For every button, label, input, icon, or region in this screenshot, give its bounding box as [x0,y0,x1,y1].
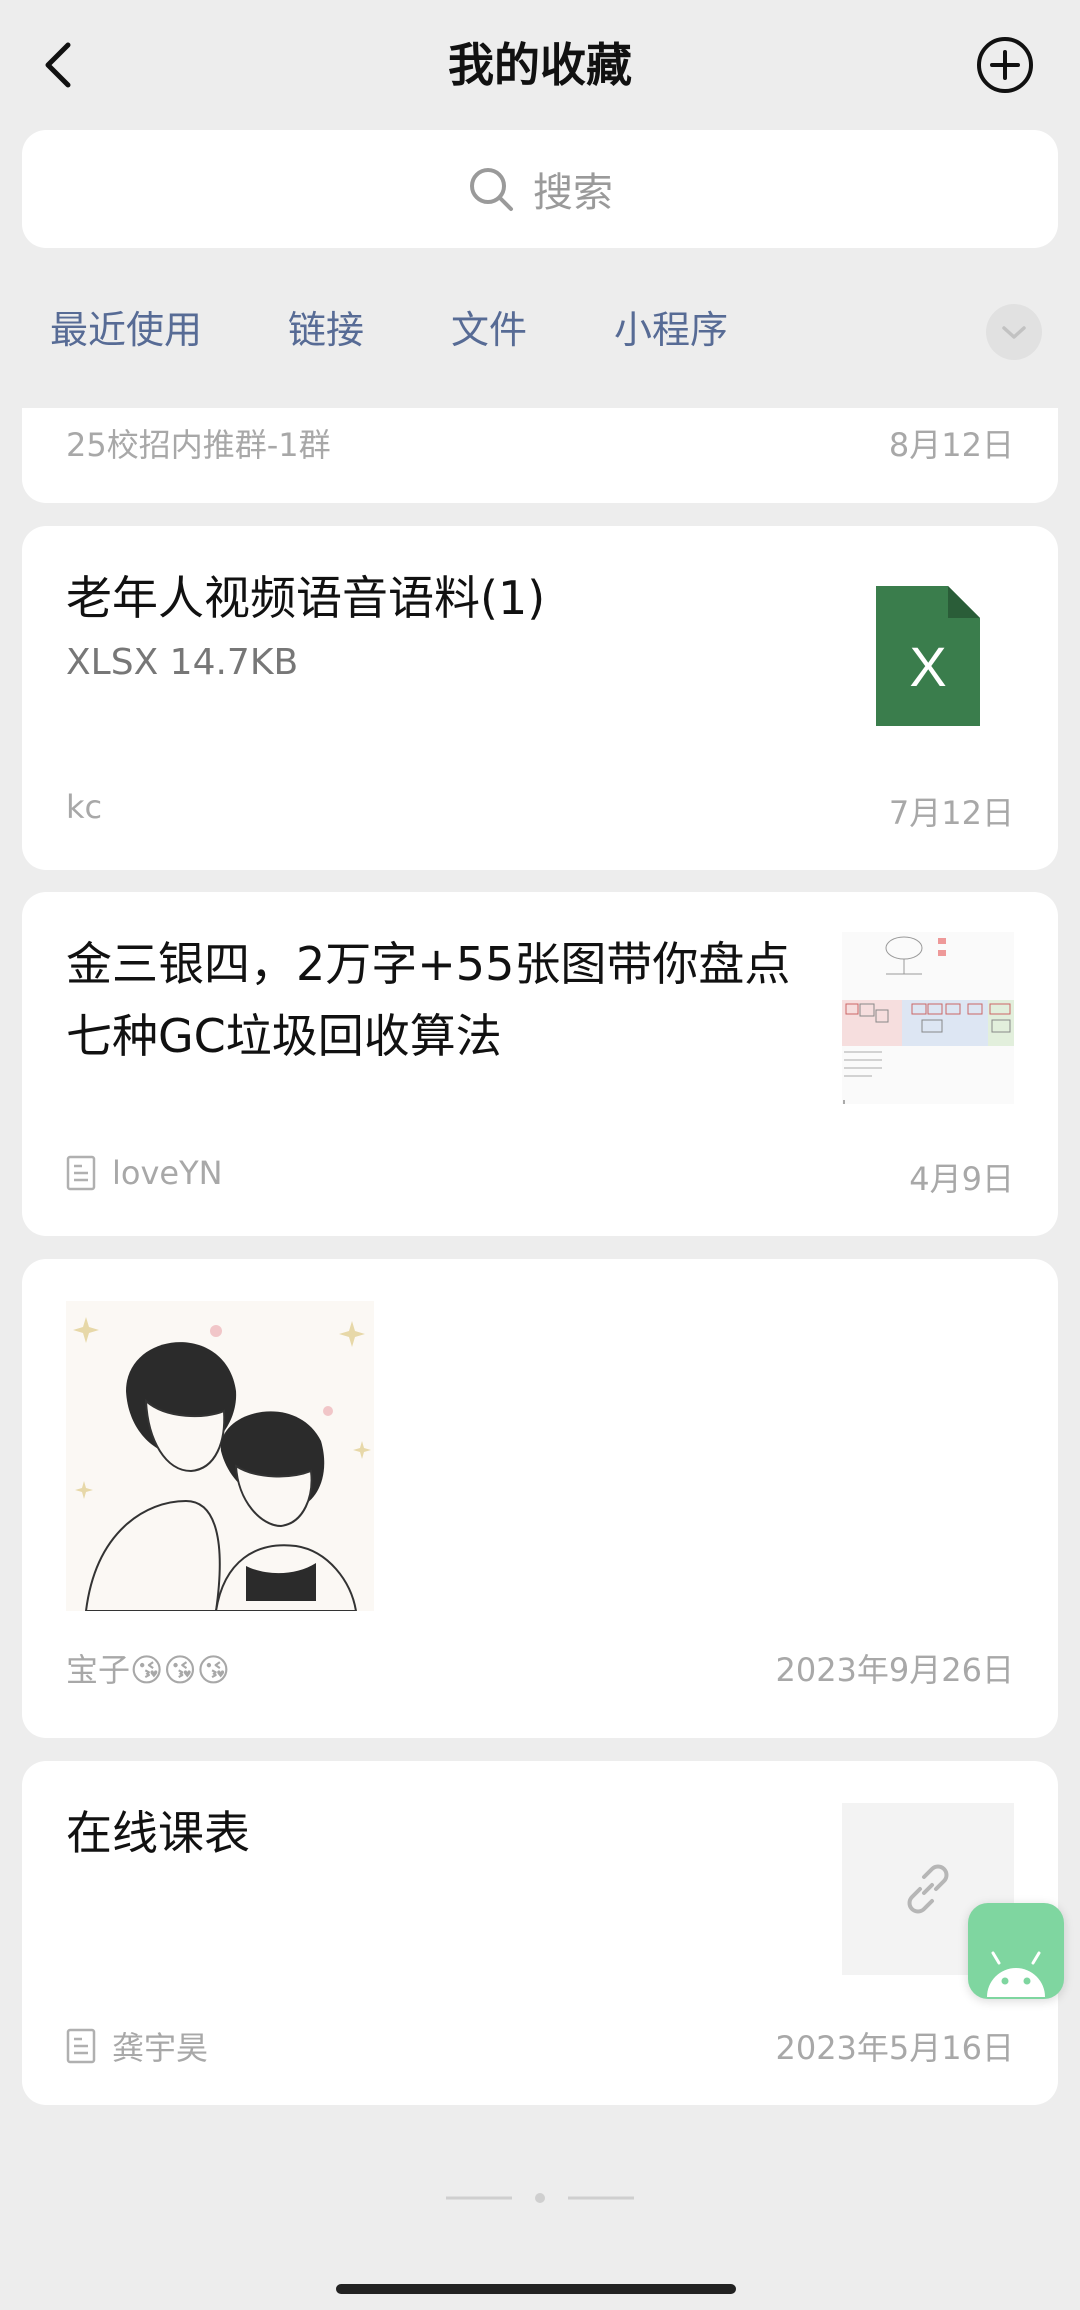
list-item[interactable]: 宝子😘😘😘 2023年9月26日 [22,1259,1058,1738]
search-placeholder: 搜索 [533,170,613,216]
top-bar: 我的收藏 [0,0,1080,130]
item-date: 2023年5月16日 [775,2029,1014,2067]
search-icon [470,168,513,211]
home-indicator[interactable] [336,2284,736,2294]
item-date: 7月12日 [888,794,1014,832]
page-title: 我的收藏 [448,38,632,92]
article-icon [66,2028,96,2064]
item-source: 宝子😘😘😘 [66,1651,231,1689]
page-indicator [0,2190,1080,2204]
item-title: 在线课表 [66,1806,250,1860]
tabs-expand-button[interactable] [986,304,1042,360]
android-icon [987,1951,1045,1997]
item-date: 2023年9月26日 [775,1651,1014,1689]
item-source: 龚宇昊 [66,2023,208,2069]
item-title: 老年人视频语音语料(1) [66,571,546,625]
article-thumbnail [842,932,1014,1104]
search-input[interactable]: 搜索 [22,130,1058,248]
filter-tabs: 最近使用 链接 文件 小程序 [0,280,1080,380]
list-item[interactable]: 25校招内推群-1群 8月12日 [22,408,1058,503]
list-item[interactable]: 在线课表 龚宇昊 2023年5月16日 [22,1761,1058,2105]
article-icon [66,1155,96,1191]
item-subtitle: XLSX 14.7KB [66,642,299,683]
item-date: 8月12日 [888,426,1014,464]
tab-mini-programs[interactable]: 小程序 [614,302,728,358]
excel-file-icon: X [876,586,980,726]
item-title-line-2: 七种GC垃圾回收算法 [66,1009,502,1063]
item-title-line-1: 金三银四，2万字+55张图带你盘点 [66,937,791,991]
item-source-text: 龚宇昊 [112,2029,209,2067]
tab-links[interactable]: 链接 [288,302,364,358]
item-date: 4月9日 [909,1160,1014,1198]
item-source: kc [66,788,103,826]
add-icon[interactable] [975,35,1035,95]
item-source: 25校招内推群-1群 [66,426,331,464]
chevron-down-icon [1002,326,1026,339]
list-item[interactable]: 金三银四，2万字+55张图带你盘点 七种GC垃圾回收算法 loveYN 4月9日 [22,892,1058,1236]
item-source: loveYN [66,1154,223,1192]
android-floating-button[interactable] [968,1903,1064,1999]
illustration-image [66,1301,374,1611]
tab-files[interactable]: 文件 [451,302,527,358]
excel-letter: X [909,635,946,698]
item-source-text: loveYN [112,1154,223,1192]
list-item[interactable]: 老年人视频语音语料(1) XLSX 14.7KB X kc 7月12日 [22,526,1058,870]
tab-recent[interactable]: 最近使用 [50,302,202,358]
link-icon [907,1864,949,1914]
favorites-page: 我的收藏 搜索 最近使用 链接 文件 小程序 25校招内推群-1群 8月12日 … [0,0,1080,2310]
